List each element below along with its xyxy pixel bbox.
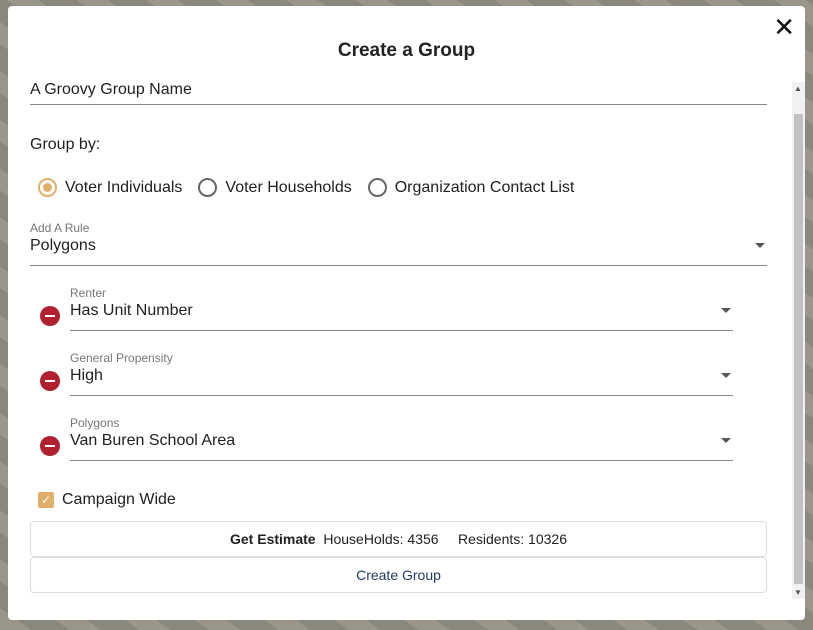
radio-unchecked-icon: [367, 178, 387, 197]
scroll-down-icon[interactable]: ▼: [794, 588, 802, 597]
residents-count: Residents: 10326: [458, 531, 567, 547]
dropdown-caret-icon: [721, 438, 731, 443]
scrollbar[interactable]: ▲ ▼: [792, 82, 805, 599]
create-group-modal: ✕ Create a Group ▲ ▼ A Groovy Group Name…: [8, 6, 805, 620]
rule-renter-select[interactable]: Renter Has Unit Number: [70, 286, 733, 331]
dropdown-caret-icon: [755, 243, 765, 248]
remove-rule-renter-button[interactable]: [40, 306, 60, 326]
rule-value: Van Buren School Area: [70, 432, 236, 449]
scrollbar-thumb[interactable]: [794, 114, 803, 584]
rule-label: Polygons: [70, 416, 120, 430]
radio-unchecked-icon: [198, 178, 218, 197]
add-rule-label: Add A Rule: [30, 221, 90, 235]
radio-voter-households[interactable]: Voter Households: [198, 178, 352, 197]
rule-value: High: [70, 367, 103, 384]
group-by-radio-group: Voter Individuals Voter Households Organ…: [38, 178, 574, 197]
add-rule-value: Polygons: [30, 237, 96, 254]
rule-polygons-select[interactable]: Polygons Van Buren School Area: [70, 416, 733, 461]
dropdown-caret-icon: [721, 373, 731, 378]
get-estimate-button[interactable]: Get Estimate HouseHolds: 4356 Residents:…: [30, 521, 767, 557]
radio-label: Voter Individuals: [65, 178, 183, 196]
modal-title: Create a Group: [337, 40, 476, 61]
remove-rule-polygons-button[interactable]: [40, 436, 60, 456]
rule-label: Renter: [70, 286, 107, 300]
add-rule-select[interactable]: Add A Rule Polygons: [30, 221, 767, 266]
rule-label: General Propensity: [70, 351, 173, 365]
scroll-up-icon[interactable]: ▲: [794, 84, 802, 93]
checkmark-icon: ✓: [38, 492, 54, 508]
dropdown-caret-icon: [721, 308, 731, 313]
group-name-input[interactable]: A Groovy Group Name: [30, 78, 767, 105]
remove-rule-propensity-button[interactable]: [40, 371, 60, 391]
radio-voter-individuals[interactable]: Voter Individuals: [38, 178, 182, 197]
close-icon[interactable]: ✕: [773, 14, 795, 40]
rule-propensity-select[interactable]: General Propensity High: [70, 351, 733, 396]
radio-label: Organization Contact List: [394, 178, 575, 196]
campaign-wide-checkbox[interactable]: ✓ Campaign Wide: [38, 491, 176, 509]
households-count: HouseHolds: 4356: [323, 531, 439, 547]
rule-value: Has Unit Number: [70, 302, 193, 319]
radio-label: Voter Households: [225, 178, 352, 196]
campaign-wide-label: Campaign Wide: [62, 491, 176, 508]
radio-organization-contact-list[interactable]: Organization Contact List: [367, 178, 575, 197]
create-group-button[interactable]: Create Group: [30, 557, 767, 593]
group-by-label: Group by:: [30, 136, 101, 153]
radio-checked-icon: [38, 178, 57, 197]
get-estimate-label: Get Estimate: [230, 531, 316, 547]
